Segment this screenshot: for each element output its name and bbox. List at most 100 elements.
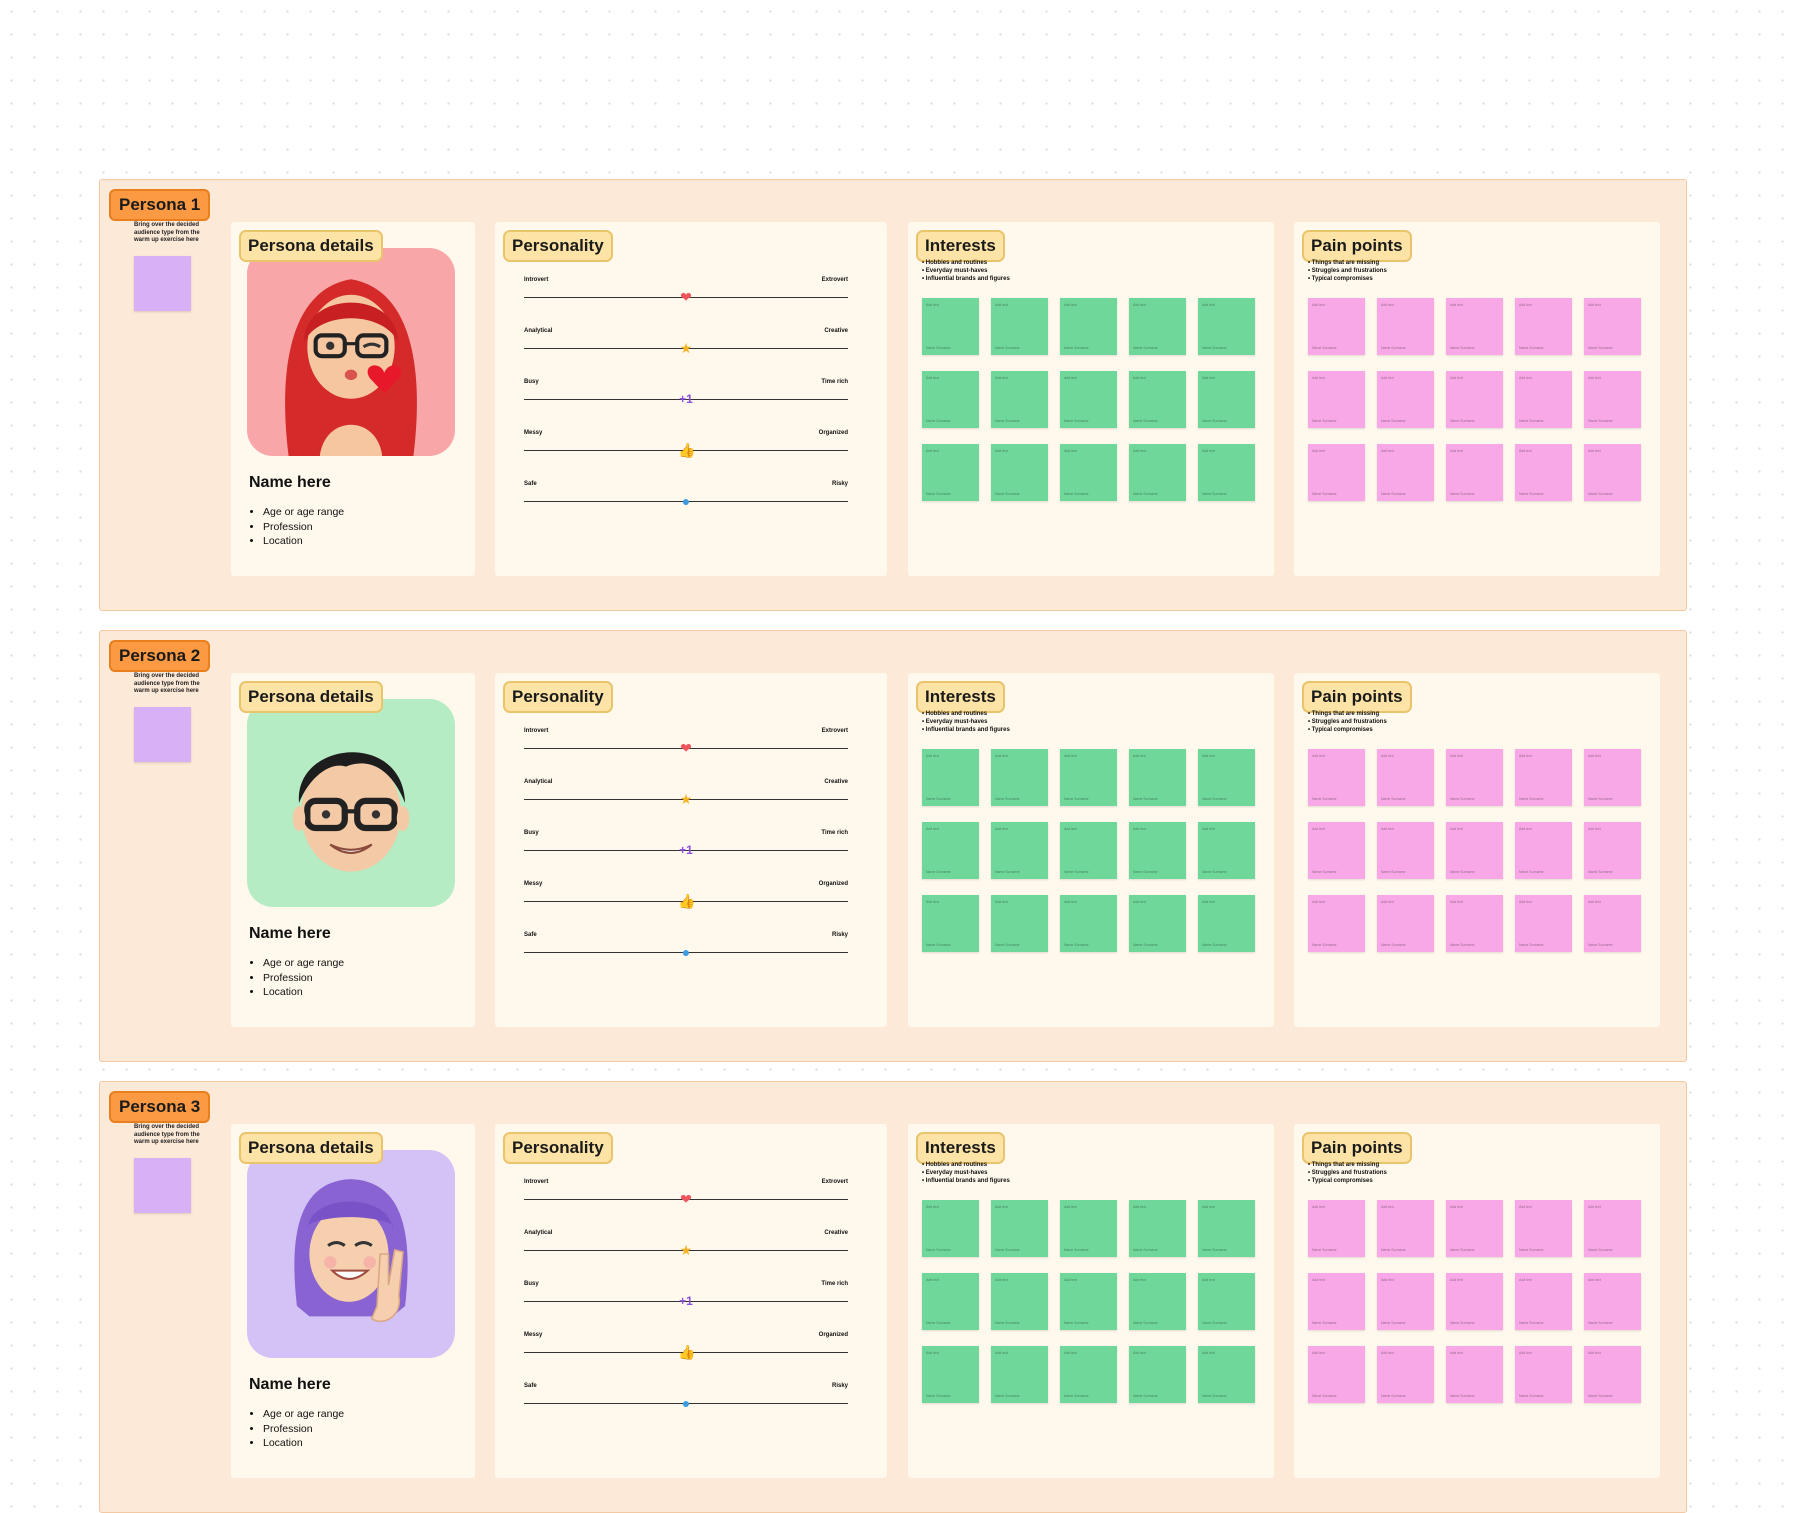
plus-one-icon[interactable]: +1 (678, 391, 694, 407)
sticky-note[interactable]: Add text Name Surname (1515, 822, 1572, 879)
sticky-note[interactable]: Add text Name Surname (1129, 1346, 1186, 1403)
sticky-note[interactable]: Add text Name Surname (991, 1273, 1048, 1330)
sticky-note[interactable]: Add text Name Surname (991, 444, 1048, 501)
personality-slider[interactable]: Introvert Extrovert ❤ (524, 277, 848, 307)
sticky-note[interactable]: Add text Name Surname (1129, 1200, 1186, 1257)
sticky-note[interactable]: Add text Name Surname (1129, 298, 1186, 355)
sticky-note[interactable]: Add text Name Surname (1060, 895, 1117, 952)
personality-slider[interactable]: Safe Risky ● (524, 932, 848, 962)
sticky-note[interactable]: Add text Name Surname (1198, 444, 1255, 501)
sticky-note[interactable]: Add text Name Surname (922, 371, 979, 428)
sticky-note[interactable]: Add text Name Surname (922, 1346, 979, 1403)
sticky-note[interactable]: Add text Name Surname (1446, 749, 1503, 806)
persona-name[interactable]: Name here (249, 1376, 331, 1394)
details-item[interactable]: Location (263, 985, 344, 1000)
sticky-note[interactable]: Add text Name Surname (1446, 895, 1503, 952)
sticky-note[interactable]: Add text Name Surname (1584, 749, 1641, 806)
sticky-note[interactable]: Add text Name Surname (922, 749, 979, 806)
sticky-note[interactable]: Add text Name Surname (1060, 371, 1117, 428)
sticky-note[interactable]: Add text Name Surname (1515, 371, 1572, 428)
sticky-note[interactable]: Add text Name Surname (1515, 1200, 1572, 1257)
sticky-note[interactable]: Add text Name Surname (1584, 298, 1641, 355)
sticky-note[interactable]: Add text Name Surname (1446, 822, 1503, 879)
sticky-note[interactable]: Add text Name Surname (1515, 298, 1572, 355)
sticky-note[interactable]: Add text Name Surname (991, 1200, 1048, 1257)
thumbs-up-icon[interactable]: 👍 (678, 442, 695, 458)
sticky-note[interactable]: Add text Name Surname (1377, 444, 1434, 501)
side-sticky-note[interactable] (134, 707, 191, 762)
personality-slider[interactable]: Analytical Creative ★ (524, 1230, 848, 1260)
personality-slider[interactable]: Messy Organized 👍 (524, 881, 848, 911)
details-item[interactable]: Profession (263, 971, 344, 986)
side-sticky-note[interactable] (134, 1158, 191, 1213)
sticky-note[interactable]: Add text Name Surname (1446, 298, 1503, 355)
persona-name[interactable]: Name here (249, 925, 331, 943)
personality-slider[interactable]: Analytical Creative ★ (524, 328, 848, 358)
sticky-note[interactable]: Add text Name Surname (991, 298, 1048, 355)
personality-slider[interactable]: Messy Organized 👍 (524, 430, 848, 460)
star-icon[interactable]: ★ (678, 1242, 694, 1258)
sticky-note[interactable]: Add text Name Surname (1515, 1346, 1572, 1403)
details-item[interactable]: Age or age range (263, 505, 344, 520)
sticky-note[interactable]: Add text Name Surname (922, 1200, 979, 1257)
sticky-note[interactable]: Add text Name Surname (1584, 444, 1641, 501)
persona-tag[interactable]: Persona 2 (109, 640, 211, 672)
heart-icon[interactable]: ❤ (678, 1191, 694, 1207)
circle-icon[interactable]: ● (678, 493, 694, 509)
sticky-note[interactable]: Add text Name Surname (1377, 298, 1434, 355)
sticky-note[interactable]: Add text Name Surname (1584, 895, 1641, 952)
thumbs-up-icon[interactable]: 👍 (678, 893, 695, 909)
personality-slider[interactable]: Busy Time rich +1 (524, 830, 848, 860)
heart-icon[interactable]: ❤ (678, 289, 694, 305)
persona-tag[interactable]: Persona 3 (109, 1091, 211, 1123)
sticky-note[interactable]: Add text Name Surname (991, 822, 1048, 879)
star-icon[interactable]: ★ (678, 791, 694, 807)
sticky-note[interactable]: Add text Name Surname (1060, 1346, 1117, 1403)
sticky-note[interactable]: Add text Name Surname (1377, 749, 1434, 806)
sticky-note[interactable]: Add text Name Surname (1308, 1200, 1365, 1257)
sticky-note[interactable]: Add text Name Surname (1584, 1273, 1641, 1330)
sticky-note[interactable]: Add text Name Surname (1060, 298, 1117, 355)
sticky-note[interactable]: Add text Name Surname (1060, 444, 1117, 501)
sticky-note[interactable]: Add text Name Surname (922, 444, 979, 501)
sticky-note[interactable]: Add text Name Surname (1308, 1346, 1365, 1403)
persona-tag[interactable]: Persona 1 (109, 189, 211, 221)
sticky-note[interactable]: Add text Name Surname (1060, 1200, 1117, 1257)
sticky-note[interactable]: Add text Name Surname (991, 895, 1048, 952)
circle-icon[interactable]: ● (678, 944, 694, 960)
sticky-note[interactable]: Add text Name Surname (1308, 1273, 1365, 1330)
sticky-note[interactable]: Add text Name Surname (1198, 749, 1255, 806)
sticky-note[interactable]: Add text Name Surname (1446, 1273, 1503, 1330)
sticky-note[interactable]: Add text Name Surname (1308, 895, 1365, 952)
details-item[interactable]: Location (263, 1436, 344, 1451)
sticky-note[interactable]: Add text Name Surname (922, 822, 979, 879)
sticky-note[interactable]: Add text Name Surname (1308, 749, 1365, 806)
sticky-note[interactable]: Add text Name Surname (1308, 371, 1365, 428)
sticky-note[interactable]: Add text Name Surname (1129, 1273, 1186, 1330)
circle-icon[interactable]: ● (678, 1395, 694, 1411)
details-item[interactable]: Age or age range (263, 1407, 344, 1422)
side-sticky-note[interactable] (134, 256, 191, 311)
sticky-note[interactable]: Add text Name Surname (1308, 822, 1365, 879)
sticky-note[interactable]: Add text Name Surname (1515, 444, 1572, 501)
sticky-note[interactable]: Add text Name Surname (1377, 1346, 1434, 1403)
sticky-note[interactable]: Add text Name Surname (1198, 371, 1255, 428)
personality-slider[interactable]: Safe Risky ● (524, 481, 848, 511)
sticky-note[interactable]: Add text Name Surname (1515, 895, 1572, 952)
details-item[interactable]: Profession (263, 1422, 344, 1437)
star-icon[interactable]: ★ (678, 340, 694, 356)
sticky-note[interactable]: Add text Name Surname (1446, 444, 1503, 501)
personality-slider[interactable]: Introvert Extrovert ❤ (524, 728, 848, 758)
sticky-note[interactable]: Add text Name Surname (991, 1346, 1048, 1403)
sticky-note[interactable]: Add text Name Surname (922, 895, 979, 952)
sticky-note[interactable]: Add text Name Surname (991, 749, 1048, 806)
sticky-note[interactable]: Add text Name Surname (1377, 1273, 1434, 1330)
sticky-note[interactable]: Add text Name Surname (1584, 1200, 1641, 1257)
sticky-note[interactable]: Add text Name Surname (1129, 444, 1186, 501)
sticky-note[interactable]: Add text Name Surname (1198, 895, 1255, 952)
sticky-note[interactable]: Add text Name Surname (991, 371, 1048, 428)
sticky-note[interactable]: Add text Name Surname (1446, 371, 1503, 428)
plus-one-icon[interactable]: +1 (678, 842, 694, 858)
personality-slider[interactable]: Messy Organized 👍 (524, 1332, 848, 1362)
sticky-note[interactable]: Add text Name Surname (1060, 822, 1117, 879)
